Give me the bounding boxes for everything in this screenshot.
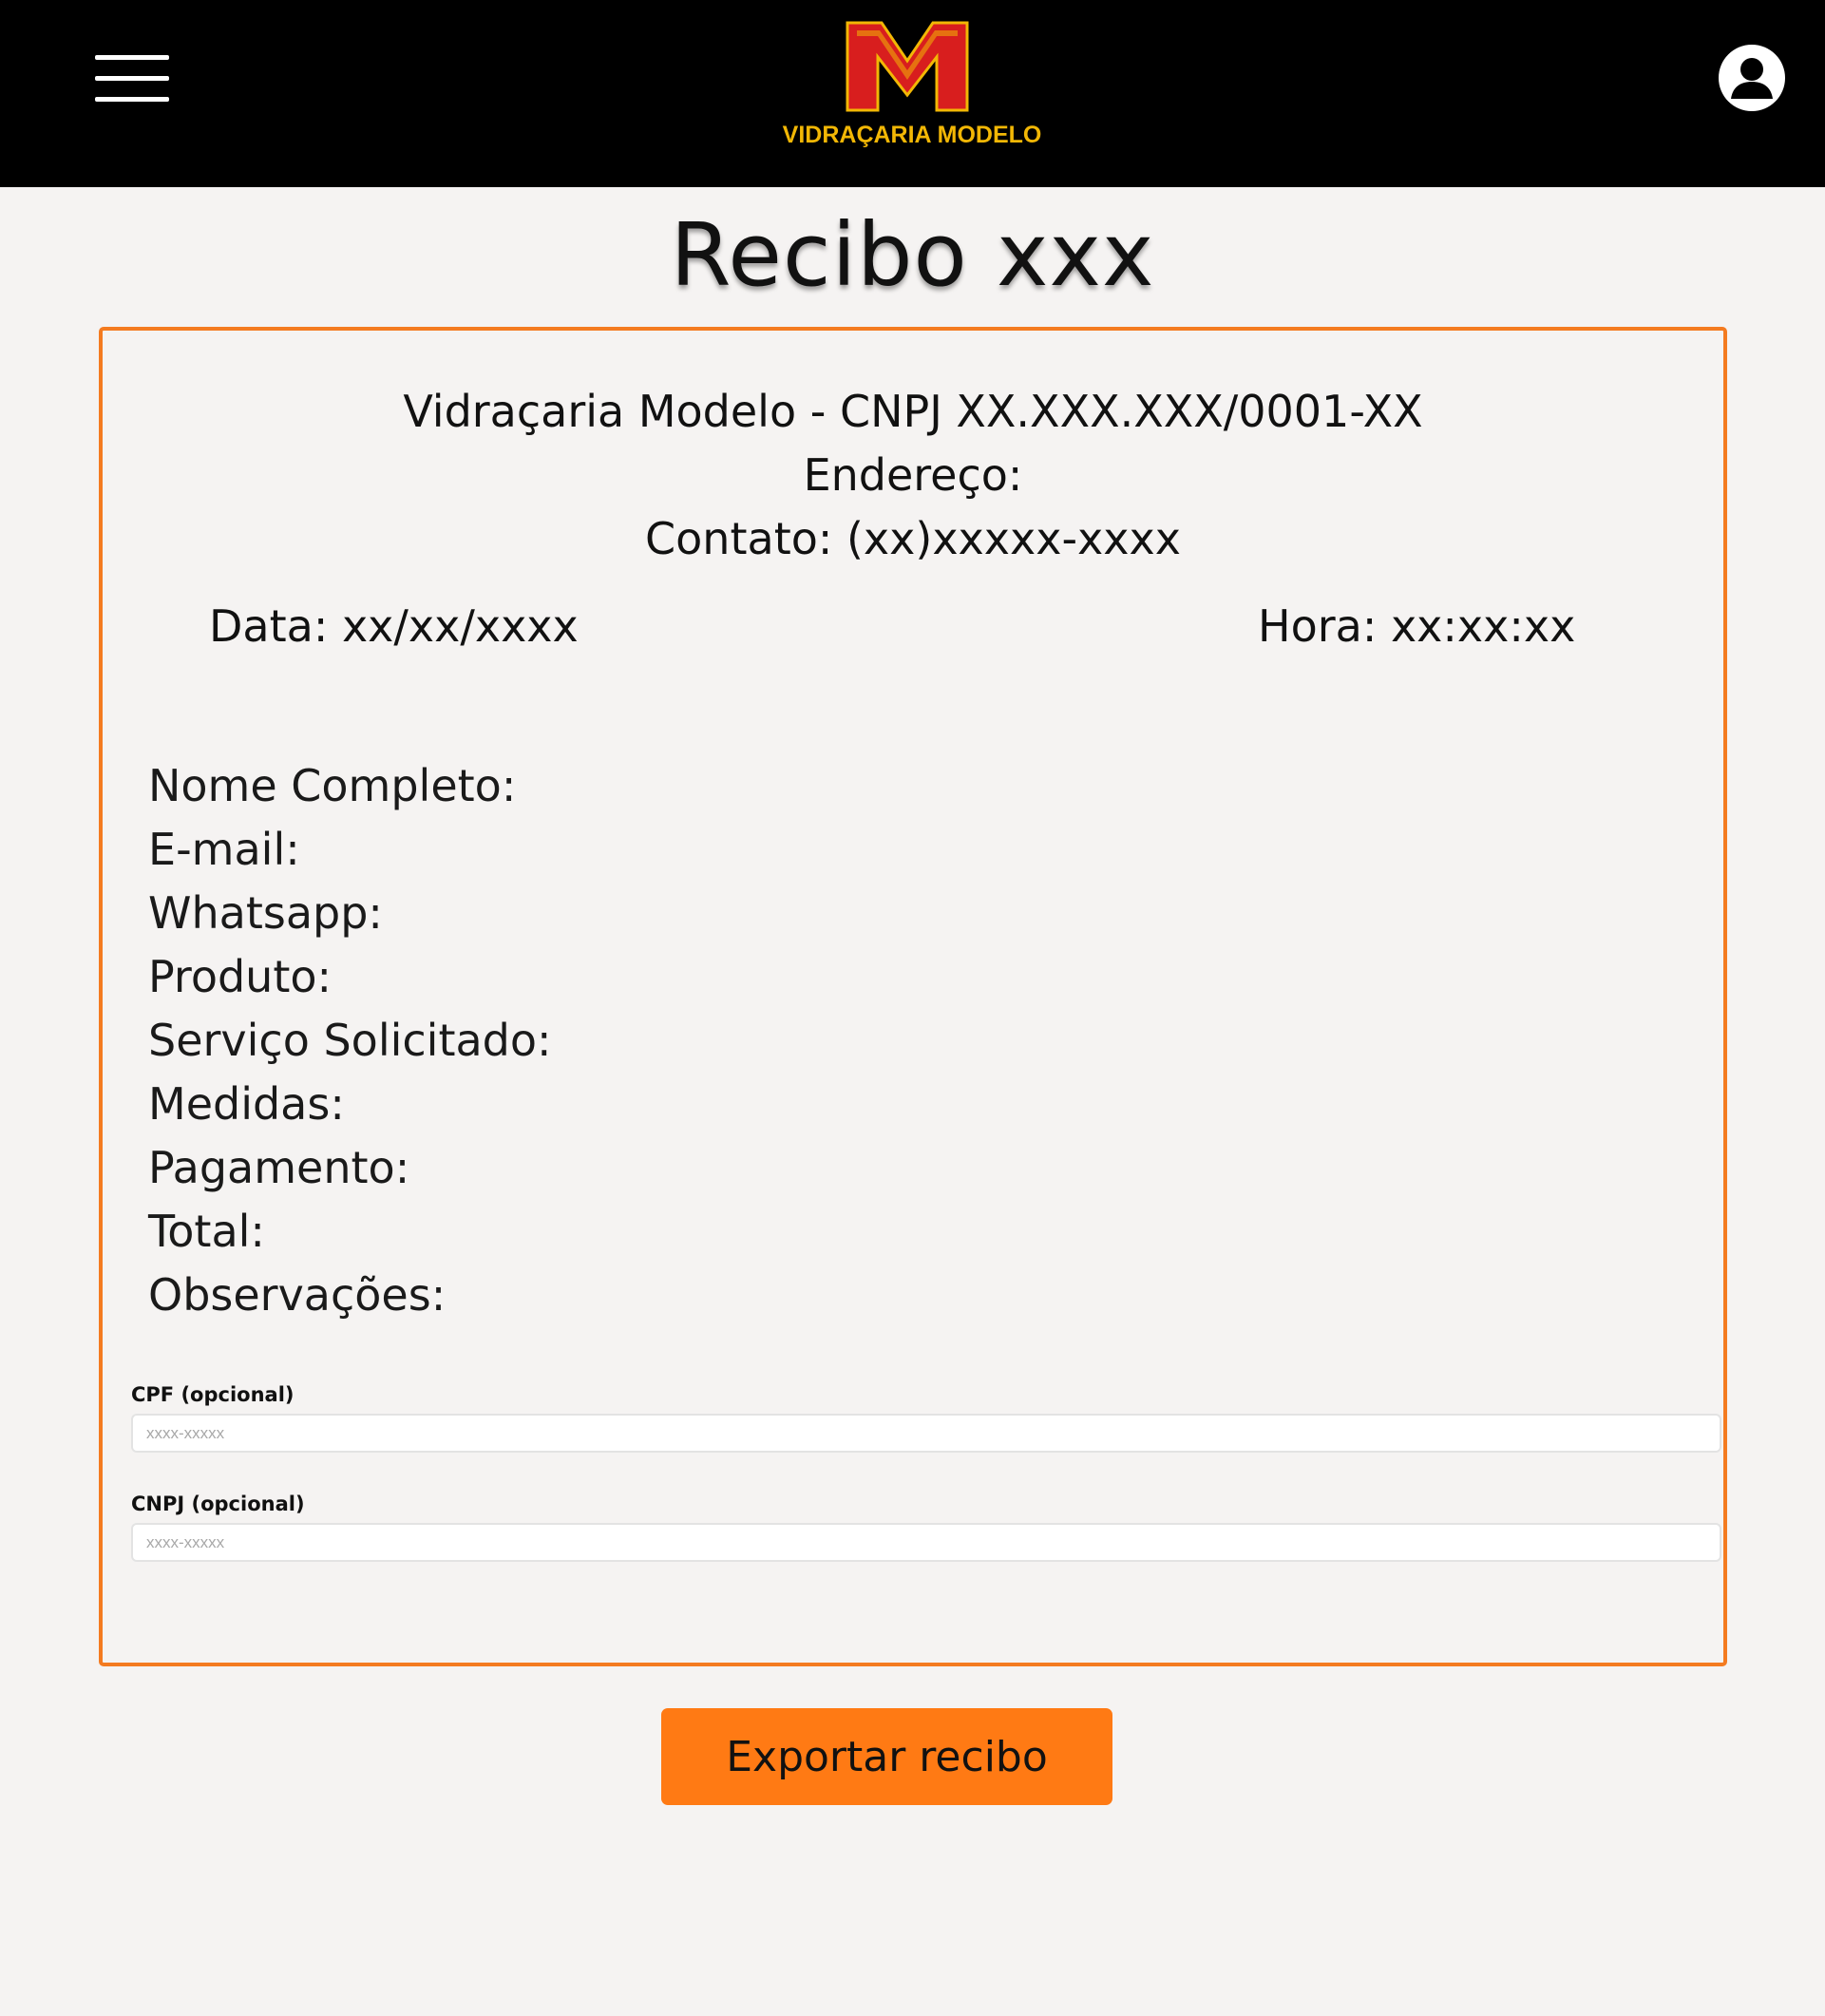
top-navigation-bar: VIDRAÇARIA MODELO	[0, 0, 1825, 187]
field-measurements: Medidas:	[148, 1078, 345, 1130]
company-address: Endereço:	[803, 449, 1023, 501]
menu-line	[95, 55, 169, 60]
menu-line	[95, 97, 169, 102]
field-product: Produto:	[148, 951, 333, 1002]
page-title: Recibo xxx	[670, 204, 1155, 306]
field-total: Total:	[148, 1206, 265, 1257]
receipt-card: Vidraçaria Modelo - CNPJ XX.XXX.XXX/0001…	[99, 327, 1727, 1666]
field-notes: Observações:	[148, 1269, 447, 1321]
receipt-fields-list: Nome Completo: E-mail: Whatsapp: Produto…	[148, 754, 552, 1327]
field-whatsapp: Whatsapp:	[148, 887, 383, 939]
export-receipt-button[interactable]: Exportar recibo	[661, 1708, 1112, 1805]
hamburger-menu-icon[interactable]	[95, 55, 173, 105]
company-name-cnpj: Vidraçaria Modelo - CNPJ XX.XXX.XXX/0001…	[403, 386, 1423, 437]
field-full-name: Nome Completo:	[148, 760, 517, 811]
company-header: Vidraçaria Modelo - CNPJ XX.XXX.XXX/0001…	[103, 380, 1723, 571]
brand-name: VIDRAÇARIA MODELO	[782, 122, 1042, 148]
brand-logo[interactable]: VIDRAÇARIA MODELO	[779, 19, 1045, 152]
field-email: E-mail:	[148, 824, 300, 875]
cpf-label: CPF (opcional)	[131, 1383, 295, 1406]
cnpj-group: CNPJ (opcional)	[131, 1493, 1721, 1562]
cpf-input[interactable]	[131, 1414, 1721, 1453]
cnpj-label: CNPJ (opcional)	[131, 1493, 305, 1515]
cpf-group: CPF (opcional)	[131, 1383, 1721, 1453]
user-account-icon[interactable]	[1718, 44, 1786, 112]
field-service: Serviço Solicitado:	[148, 1015, 552, 1066]
company-contact: Contato: (xx)xxxxx-xxxx	[645, 513, 1181, 564]
logo-m-icon	[846, 21, 969, 112]
receipt-time: Hora: xx:xx:xx	[1258, 600, 1576, 652]
menu-line	[95, 76, 169, 81]
cnpj-input[interactable]	[131, 1523, 1721, 1562]
field-payment: Pagamento:	[148, 1142, 410, 1193]
receipt-date: Data: xx/xx/xxxx	[209, 600, 579, 652]
